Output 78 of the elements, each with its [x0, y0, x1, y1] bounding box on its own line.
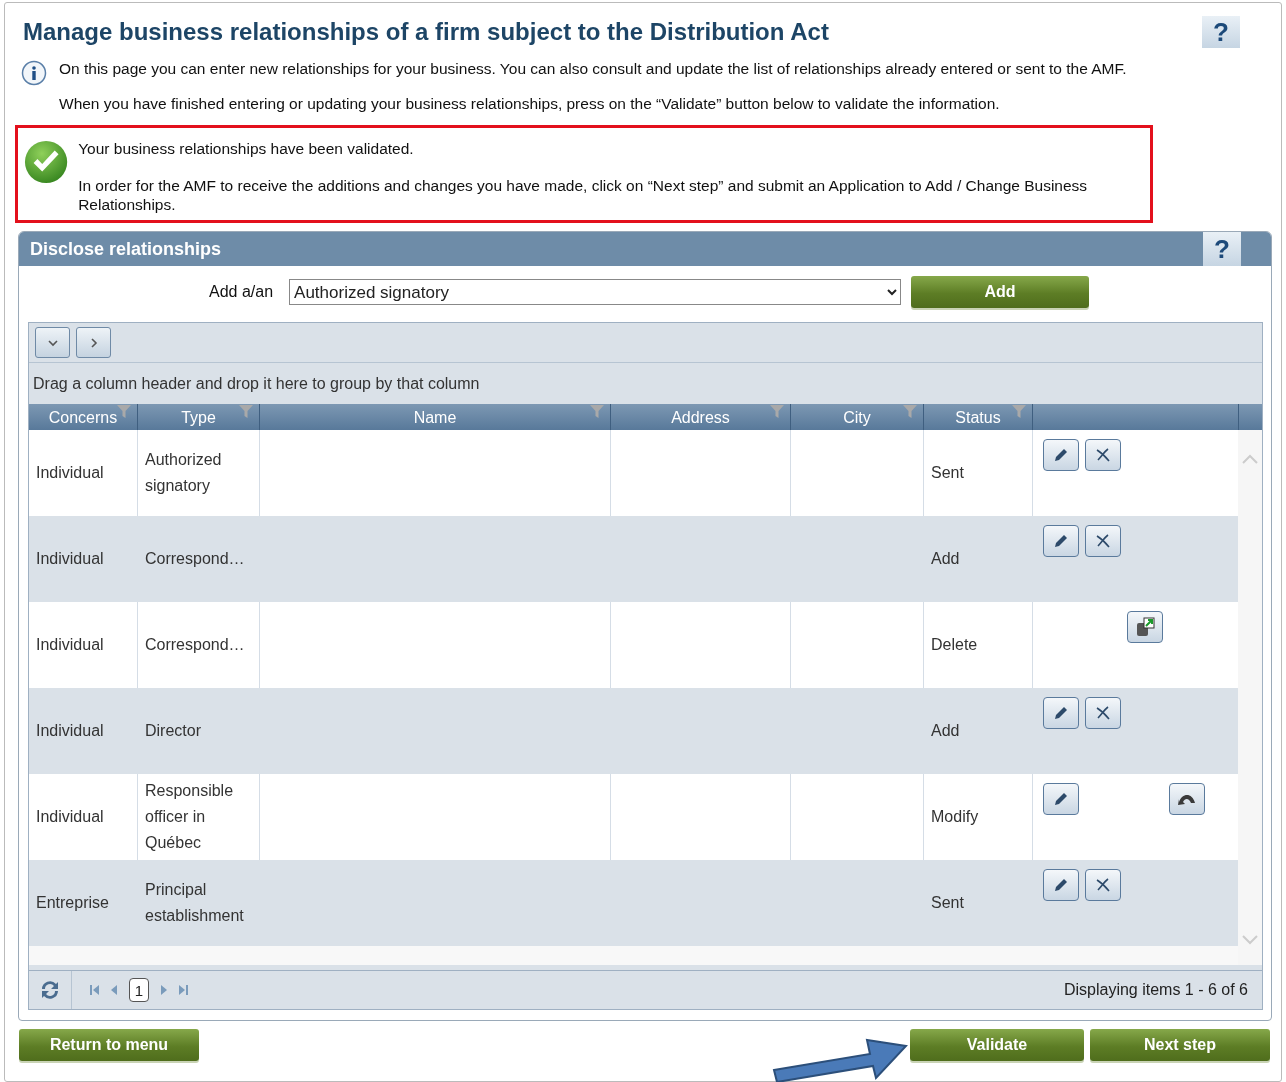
restore-button[interactable]	[1127, 611, 1163, 643]
column-header[interactable]: Type	[181, 409, 216, 427]
pencil-icon	[1052, 876, 1070, 894]
status-cell-text: Delete	[931, 635, 978, 655]
edit-button[interactable]	[1043, 525, 1079, 557]
delete-button[interactable]	[1085, 697, 1121, 729]
filter-icon[interactable]	[1012, 405, 1026, 418]
previous-page-icon[interactable]	[111, 985, 117, 995]
column-header[interactable]: Concerns	[48, 409, 118, 427]
cross-icon	[1094, 704, 1112, 722]
status-cell-text: Modify	[931, 807, 979, 827]
type-cell-text: Director	[145, 721, 201, 741]
filter-icon[interactable]	[903, 405, 917, 418]
success-message: Your business relationships have been validated.	[78, 139, 415, 158]
group-by-hint: Drag a column header and drop it here to group by that column	[32, 373, 481, 394]
type-cell-text: Responsible officer in Québec	[145, 781, 235, 853]
concerns-cell-text: Individual	[36, 635, 104, 655]
last-page-icon[interactable]	[179, 985, 188, 995]
items-summary: Displaying items 1 - 6 of 6	[1063, 981, 1249, 999]
concerns-cell-text: Individual	[36, 549, 104, 569]
cross-icon	[1094, 532, 1112, 550]
edit-button[interactable]	[1043, 869, 1079, 901]
filter-icon[interactable]	[117, 405, 131, 418]
panel-title: Disclose relationships	[30, 238, 222, 260]
status-cell-text: Sent	[931, 893, 964, 913]
filter-icon[interactable]	[590, 405, 604, 418]
filter-icon[interactable]	[239, 405, 253, 418]
pencil-icon	[1052, 790, 1070, 808]
delete-button[interactable]	[1085, 869, 1121, 901]
concerns-cell-text: Individual	[36, 807, 104, 827]
type-cell-text: Principal establishment	[145, 880, 245, 926]
page-number[interactable]: 1	[129, 978, 149, 1002]
null[interactable]: Next step	[1090, 1029, 1270, 1061]
chevron-down-icon	[46, 338, 59, 347]
collapse-button[interactable]	[35, 327, 70, 358]
column-header[interactable]: City	[843, 409, 871, 427]
add-button[interactable]: Add	[911, 276, 1090, 308]
chevron-right-icon	[89, 336, 98, 349]
status-cell-text: Add	[931, 549, 960, 569]
column-header[interactable]: Address	[671, 409, 730, 427]
help-button[interactable]: ?	[1202, 16, 1240, 48]
checkmark-icon	[24, 139, 69, 185]
concerns-cell-text: Individual	[36, 721, 104, 741]
first-page-icon[interactable]	[90, 985, 99, 995]
type-cell-text: Authorized signatory	[145, 450, 223, 496]
null[interactable]: Validate	[910, 1029, 1084, 1061]
add-label: Add a/an	[209, 283, 274, 301]
info-icon	[21, 60, 47, 86]
type-cell-text: Correspond…	[145, 549, 245, 569]
cross-icon	[1094, 446, 1112, 464]
edit-button[interactable]	[1043, 439, 1079, 471]
filter-icon[interactable]	[770, 405, 784, 418]
column-header[interactable]: Status	[955, 409, 1001, 427]
next-page-icon[interactable]	[161, 985, 167, 995]
pencil-icon	[1052, 446, 1070, 464]
cross-icon	[1094, 876, 1112, 894]
type-dropdown[interactable]: Authorized signatory	[289, 279, 902, 305]
status-cell-text: Sent	[931, 463, 964, 483]
pencil-icon	[1052, 532, 1070, 550]
info-text: On this page you can enter new relationships for your business. You can also consult and update the list of relationships already entered or sent to the AMF.	[59, 60, 1127, 78]
page-title: Manage business relationships of a firm subject to the Distribution Act	[23, 18, 829, 46]
expand-button[interactable]	[76, 327, 111, 358]
success-message: In order for the AMF to receive the additions and changes you have made, click on “Next step” and submit an Application to Add / Change Business Relationships.	[78, 176, 1089, 214]
undo-button[interactable]	[1169, 783, 1205, 815]
column-header[interactable]: Name	[413, 409, 457, 427]
edit-button[interactable]	[1043, 697, 1079, 729]
type-cell-text: Correspond…	[145, 635, 245, 655]
restore-icon	[1134, 616, 1156, 638]
delete-button[interactable]	[1085, 525, 1121, 557]
delete-button[interactable]	[1085, 439, 1121, 471]
edit-button[interactable]	[1043, 783, 1079, 815]
concerns-cell-text: Individual	[36, 463, 104, 483]
pencil-icon	[1052, 704, 1070, 722]
status-cell-text: Add	[931, 721, 960, 741]
info-text: When you have finished entering or updating your business relationships, press on the “Validate” button below to validate the information.	[59, 95, 1001, 113]
concerns-cell-text: Entreprise	[36, 893, 109, 913]
null[interactable]: Return to menu	[19, 1029, 199, 1061]
help-button[interactable]: ?	[1203, 232, 1241, 266]
